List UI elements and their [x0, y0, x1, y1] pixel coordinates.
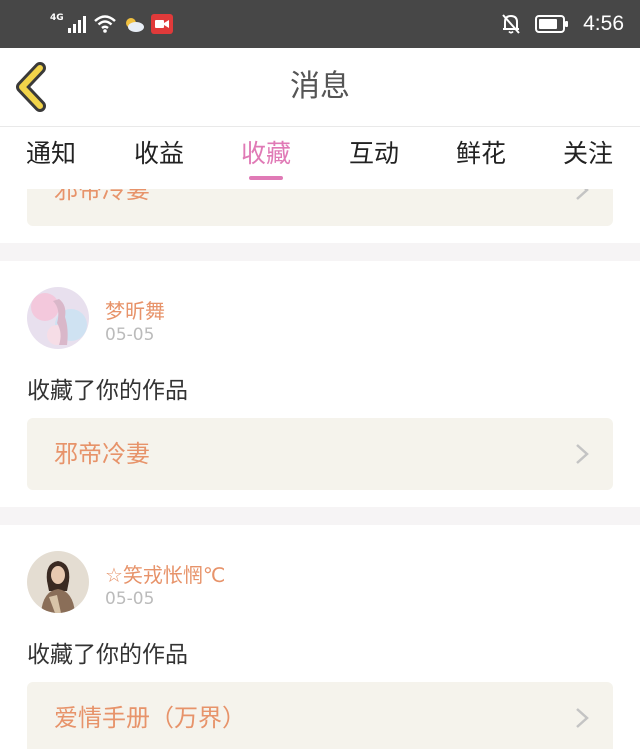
- message-list[interactable]: 邪帝冷妻 梦昕舞 05-05 收藏了你的作品 邪帝冷妻 ☆笑戎怅惘℃ 05-05…: [0, 189, 640, 749]
- timestamp: 05-05: [105, 325, 155, 345]
- tab-label: 通知: [25, 139, 77, 168]
- clock: 4:56: [583, 12, 624, 35]
- tab-earnings[interactable]: 收益: [134, 127, 184, 189]
- tab-label: 收益: [133, 139, 185, 168]
- page-title: 消息: [290, 69, 350, 104]
- status-icons-left: 4G: [50, 10, 173, 38]
- avatar-image: [27, 287, 89, 349]
- wifi-icon: [93, 15, 116, 33]
- work-title: 邪帝冷妻: [54, 440, 150, 468]
- action-text: 收藏了你的作品: [27, 378, 188, 404]
- tab-notifications[interactable]: 通知: [26, 127, 76, 189]
- tab-label: 收藏: [240, 139, 292, 168]
- divider: [0, 507, 640, 525]
- work-title: 邪帝冷妻: [54, 189, 150, 204]
- username[interactable]: ☆笑戎怅惘℃: [105, 559, 225, 588]
- work-title: 爱情手册（万界）: [54, 704, 246, 732]
- tab-flowers[interactable]: 鲜花: [456, 127, 506, 189]
- tab-label: 鲜花: [455, 139, 507, 168]
- tab-bar: 通知 收益 收藏 互动 鲜花 关注: [0, 127, 640, 189]
- tab-following[interactable]: 关注: [563, 127, 613, 189]
- status-icons-right: 4:56: [501, 10, 624, 38]
- weather-icon: [125, 18, 144, 32]
- action-text: 收藏了你的作品: [27, 642, 188, 668]
- tab-favorites[interactable]: 收藏: [241, 127, 291, 189]
- header-bar: 消息: [0, 48, 640, 127]
- status-bar: 4G 4:56: [0, 0, 640, 48]
- video-recording-icon: [150, 14, 173, 34]
- chevron-right-icon: [576, 708, 589, 728]
- mute-bell-icon: [502, 14, 520, 34]
- tab-label: 关注: [562, 139, 614, 168]
- avatar[interactable]: [27, 551, 89, 613]
- tab-interactions[interactable]: 互动: [349, 127, 399, 189]
- tab-label: 互动: [348, 139, 400, 168]
- avatar-image: [27, 551, 89, 613]
- divider: [0, 243, 640, 261]
- signal-icon: [67, 16, 86, 33]
- active-tab-indicator: [248, 176, 283, 180]
- work-link[interactable]: 邪帝冷妻: [27, 418, 613, 490]
- work-link[interactable]: 爱情手册（万界）: [27, 682, 613, 749]
- avatar[interactable]: [27, 287, 89, 349]
- battery-icon: [535, 15, 569, 33]
- username[interactable]: 梦昕舞: [105, 295, 165, 324]
- chevron-right-icon: [576, 444, 589, 464]
- chevron-right-icon: [576, 189, 589, 200]
- work-link[interactable]: 邪帝冷妻: [27, 189, 613, 226]
- timestamp: 05-05: [105, 589, 155, 609]
- network-type: 4G: [50, 13, 64, 23]
